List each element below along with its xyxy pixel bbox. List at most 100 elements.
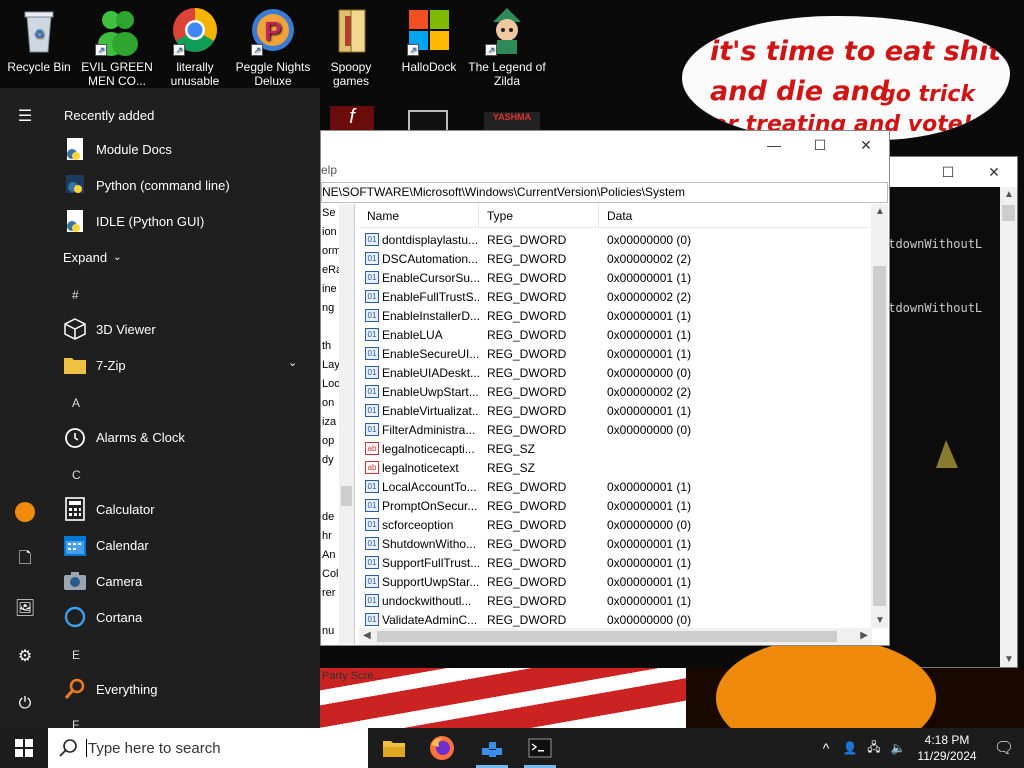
- scroll-thumb[interactable]: [1002, 205, 1015, 221]
- user-avatar-icon[interactable]: [13, 500, 37, 524]
- minimize-icon[interactable]: —: [751, 131, 797, 159]
- registry-value-row[interactable]: 01 scforceoption REG_DWORD 0x00000000 (0): [359, 515, 872, 534]
- chevron-down-icon[interactable]: ⌄: [288, 356, 297, 369]
- app-3d-viewer[interactable]: 3D Viewer: [62, 316, 156, 342]
- value-type-cell: REG_DWORD: [487, 251, 567, 266]
- console-titlebar[interactable]: ☐ ✕: [881, 157, 1017, 187]
- recycle-bin-desktop-icon[interactable]: ♻ Recycle Bin: [0, 6, 78, 74]
- peggle-desktop-icon[interactable]: P ↗ Peggle Nights Deluxe: [234, 6, 312, 88]
- spoopy-games-desktop-icon[interactable]: Spoopy games: [312, 6, 390, 88]
- expand-button[interactable]: Expand ⌄: [63, 250, 121, 265]
- power-icon[interactable]: ⏻: [13, 692, 37, 716]
- registry-value-row[interactable]: 01 EnableLUA REG_DWORD 0x00000001 (1): [359, 325, 872, 344]
- registry-value-row[interactable]: 01 EnableFullTrustS... REG_DWORD 0x00000002…: [359, 287, 872, 306]
- scroll-up-icon[interactable]: ▲: [1004, 189, 1014, 200]
- app-calendar[interactable]: Calendar: [62, 532, 149, 558]
- group-letter[interactable]: E: [72, 648, 80, 662]
- chrome-desktop-icon[interactable]: ↗ literally unusable: [156, 6, 234, 88]
- registry-value-row[interactable]: ab legalnoticetext REG_SZ: [359, 458, 872, 477]
- scroll-down-icon[interactable]: ▼: [875, 615, 885, 626]
- hallodock-desktop-icon[interactable]: ↗ HalloDock: [390, 6, 468, 74]
- menu-help[interactable]: elp: [321, 163, 337, 177]
- app-7zip[interactable]: 7-Zip ⌄: [62, 352, 302, 378]
- value-list-scrollbar[interactable]: ▲ ▼: [871, 204, 888, 628]
- firefox-icon: [430, 736, 454, 760]
- registry-value-row[interactable]: 01 EnableSecureUI... REG_DWORD 0x00000001 (…: [359, 344, 872, 363]
- registry-value-row[interactable]: 01 EnableInstallerD... REG_DWORD 0x00000001…: [359, 306, 872, 325]
- start-button[interactable]: [0, 728, 48, 768]
- group-letter[interactable]: C: [72, 468, 81, 482]
- console-window[interactable]: ☐ ✕ utdownWithoutL utdownWithoutL ▲ ▼: [880, 156, 1018, 668]
- console-scrollbar[interactable]: ▲ ▼: [1000, 187, 1017, 667]
- value-type-cell: REG_SZ: [487, 441, 536, 456]
- app-python-command-line[interactable]: Python (command line): [62, 172, 230, 198]
- scroll-right-icon[interactable]: ▶: [860, 630, 868, 641]
- clock[interactable]: 4:18 PM 11/29/2024: [910, 732, 984, 764]
- taskbar-regedit[interactable]: [470, 732, 514, 764]
- group-letter[interactable]: A: [72, 396, 80, 410]
- taskbar-file-explorer[interactable]: [372, 732, 416, 764]
- scroll-up-icon[interactable]: ▲: [875, 206, 885, 217]
- value-list-hscrollbar[interactable]: ◀ ▶: [359, 628, 872, 645]
- app-module-docs[interactable]: Module Docs: [62, 136, 172, 162]
- regedit-titlebar[interactable]: — ☐ ✕: [321, 131, 889, 159]
- scroll-left-icon[interactable]: ◀: [363, 630, 371, 641]
- volume-icon[interactable]: 🔈: [886, 741, 910, 755]
- user-tray-icon[interactable]: 👤: [838, 741, 862, 755]
- key-tree-pane[interactable]: Se ion orm eRa ine ng th Lay Loc on iza op dy de hr An C…: [321, 204, 355, 644]
- registry-value-row[interactable]: 01 DSCAutomation... REG_DWORD 0x00000002 (2…: [359, 249, 872, 268]
- column-header-data[interactable]: Data: [599, 204, 872, 228]
- registry-editor-window[interactable]: — ☐ ✕ elp NE\SOFTWARE\Microsoft\Windows\…: [320, 130, 890, 646]
- scroll-thumb[interactable]: [873, 266, 886, 606]
- registry-value-row[interactable]: 01 ValidateAdminC... REG_DWORD 0x00000000 (…: [359, 610, 872, 629]
- pictures-icon[interactable]: 🖼: [13, 596, 37, 620]
- value-type-cell: REG_DWORD: [487, 536, 567, 551]
- registry-value-row[interactable]: 01 LocalAccountTo... REG_DWORD 0x00000001 (…: [359, 477, 872, 496]
- documents-icon[interactable]: 🗋: [13, 548, 37, 572]
- settings-gear-icon[interactable]: ⚙: [13, 644, 37, 668]
- registry-value-row[interactable]: 01 dontdisplaylastu... REG_DWORD 0x00000000…: [359, 230, 872, 249]
- close-icon[interactable]: ✕: [843, 131, 889, 159]
- app-idle[interactable]: IDLE (Python GUI): [62, 208, 204, 234]
- column-header-name[interactable]: Name: [359, 204, 479, 228]
- registry-value-row[interactable]: 01 EnableUwpStart... REG_DWORD 0x00000002 (…: [359, 382, 872, 401]
- app-everything[interactable]: Everything: [62, 676, 157, 702]
- taskbar-terminal[interactable]: [518, 732, 562, 764]
- registry-value-row[interactable]: 01 SupportUwpStar... REG_DWORD 0x00000001 (…: [359, 572, 872, 591]
- app-cortana[interactable]: Cortana: [62, 604, 142, 630]
- close-icon[interactable]: ✕: [971, 158, 1017, 186]
- registry-value-row[interactable]: 01 FilterAdministra... REG_DWORD 0x00000000…: [359, 420, 872, 439]
- tray-overflow-chevron-icon[interactable]: ^: [814, 740, 838, 756]
- notifications-icon[interactable]: 🗨: [984, 738, 1024, 758]
- network-icon[interactable]: 🖧: [862, 738, 886, 759]
- zilda-desktop-icon[interactable]: ↗ The Legend of Zilda: [468, 6, 546, 88]
- registry-value-row[interactable]: 01 ShutdownWitho... REG_DWORD 0x00000001 (1…: [359, 534, 872, 553]
- maximize-icon[interactable]: ☐: [797, 131, 843, 159]
- hamburger-menu-icon[interactable]: ☰: [13, 104, 37, 128]
- search-box[interactable]: Type here to search: [48, 728, 368, 768]
- value-type-cell: REG_DWORD: [487, 308, 567, 323]
- app-camera[interactable]: Camera: [62, 568, 142, 594]
- group-letter[interactable]: #: [72, 288, 79, 302]
- value-type-cell: REG_DWORD: [487, 346, 567, 361]
- tree-scrollbar[interactable]: [339, 204, 354, 644]
- scroll-down-icon[interactable]: ▼: [1004, 654, 1014, 665]
- taskbar-firefox[interactable]: [420, 732, 464, 764]
- scroll-thumb[interactable]: [341, 486, 352, 506]
- registry-value-row[interactable]: ab legalnoticecapti... REG_SZ: [359, 439, 872, 458]
- scroll-thumb[interactable]: [377, 631, 837, 642]
- group-letter[interactable]: F: [72, 718, 79, 728]
- registry-value-row[interactable]: 01 PromptOnSecur... REG_DWORD 0x00000001 (1…: [359, 496, 872, 515]
- registry-value-row[interactable]: 01 EnableCursorSu... REG_DWORD 0x00000001 (…: [359, 268, 872, 287]
- evil-green-men-desktop-icon[interactable]: ↗ EVIL GREEN MEN CO...: [78, 6, 156, 88]
- column-header-type[interactable]: Type: [479, 204, 599, 228]
- app-calculator[interactable]: Calculator: [62, 496, 155, 522]
- registry-value-row[interactable]: 01 undockwithoutl... REG_DWORD 0x00000001 (…: [359, 591, 872, 610]
- registry-value-row[interactable]: 01 SupportFullTrust... REG_DWORD 0x00000001…: [359, 553, 872, 572]
- address-bar[interactable]: NE\SOFTWARE\Microsoft\Windows\CurrentVer…: [321, 182, 888, 203]
- maximize-icon[interactable]: ☐: [925, 158, 971, 186]
- registry-value-row[interactable]: 01 EnableUIADeskt... REG_DWORD 0x00000000 (…: [359, 363, 872, 382]
- registry-value-row[interactable]: 01 EnableVirtualizat... REG_DWORD 0x0000000…: [359, 401, 872, 420]
- app-alarms-clock[interactable]: Alarms & Clock: [62, 424, 185, 450]
- value-list[interactable]: Name Type Data 01 dontdisplaylastu... REG_…: [359, 204, 889, 645]
